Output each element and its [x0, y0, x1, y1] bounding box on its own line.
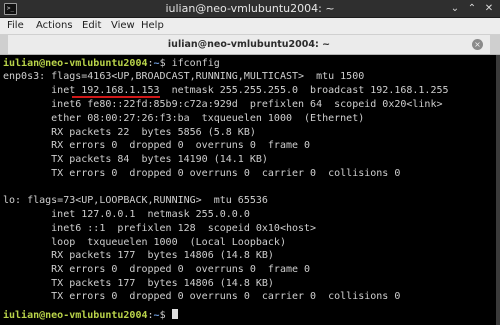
enp0s3-tx-packets: TX packets 84 bytes 14190 (14.1 KB): [3, 154, 268, 165]
lo-inet: inet 127.0.0.1 netmask 255.0.0.0: [3, 209, 250, 220]
scrollbar[interactable]: [496, 55, 500, 325]
enp0s3-rx-packets: RX packets 22 bytes 5856 (5.8 KB): [3, 127, 256, 138]
menu-bar: File Actions Edit View Help: [0, 18, 500, 35]
lo-rx-errors: RX errors 0 dropped 0 overruns 0 frame 0: [3, 264, 311, 275]
lo-loop: loop txqueuelen 1000 (Local Loopback): [3, 237, 286, 248]
enp0s3-rx-errors: RX errors 0 dropped 0 overruns 0 frame 0: [3, 140, 311, 151]
command-line: iulian@neo-vmlubuntu2004:~$ ifconfig: [3, 58, 220, 69]
enp0s3-ether: ether 08:00:27:26:f3:ba txqueuelen 1000 …: [3, 113, 365, 124]
enp0s3-header: enp0s3: flags=4163<UP,BROADCAST,RUNNING,…: [3, 71, 365, 82]
menu-actions[interactable]: Actions: [36, 18, 73, 34]
command-text: ifconfig: [171, 58, 220, 69]
maximize-button[interactable]: ⌃: [465, 0, 479, 17]
minimize-button[interactable]: ⌄: [448, 0, 462, 17]
ip-highlight-underline: [72, 96, 160, 98]
lo-header: lo: flags=73<UP,LOOPBACK,RUNNING> mtu 65…: [3, 195, 268, 206]
tab-terminal[interactable]: iulian@neo-vmlubuntu2004: ~ ×: [8, 35, 490, 54]
menu-view[interactable]: View: [111, 18, 135, 34]
menu-help[interactable]: Help: [141, 18, 164, 34]
lo-inet6: inet6 ::1 prefixlen 128 scopeid 0x10<hos…: [3, 223, 317, 234]
text-cursor: [171, 309, 178, 319]
title-bar[interactable]: >_ iulian@neo-vmlubuntu2004: ~ ⌄ ⌃ ✕: [0, 0, 500, 18]
current-prompt-line: iulian@neo-vmlubuntu2004:~$: [3, 309, 178, 321]
tab-label: iulian@neo-vmlubuntu2004: ~: [167, 39, 331, 50]
menu-edit[interactable]: Edit: [82, 18, 101, 34]
enp0s3-inet: inet 192.168.1.153 netmask 255.255.255.0…: [3, 85, 449, 96]
tab-close-icon[interactable]: ×: [472, 39, 483, 50]
terminal-window: >_ iulian@neo-vmlubuntu2004: ~ ⌄ ⌃ ✕ Fil…: [0, 0, 500, 325]
lo-tx-packets: TX packets 177 bytes 14806 (14.8 KB): [3, 278, 274, 289]
terminal-output[interactable]: iulian@neo-vmlubuntu2004:~$ ifconfig enp…: [0, 55, 500, 325]
prompt-user-host: iulian@neo-vmlubuntu2004: [3, 310, 148, 321]
lo-rx-packets: RX packets 177 bytes 14806 (14.8 KB): [3, 250, 274, 261]
prompt-user-host: iulian@neo-vmlubuntu2004: [3, 58, 148, 69]
enp0s3-inet6: inet6 fe80::22fd:85b9:c72a:929d prefixle…: [3, 99, 443, 110]
scrollbar-thumb[interactable]: [496, 55, 500, 325]
menu-file[interactable]: File: [7, 18, 24, 34]
enp0s3-tx-errors: TX errors 0 dropped 0 overruns 0 carrier…: [3, 168, 401, 179]
close-window-button[interactable]: ✕: [482, 0, 496, 17]
lo-tx-errors: TX errors 0 dropped 0 overruns 0 carrier…: [3, 291, 401, 302]
window-title: iulian@neo-vmlubuntu2004: ~: [165, 2, 335, 15]
tab-bar: iulian@neo-vmlubuntu2004: ~ ×: [0, 35, 500, 55]
